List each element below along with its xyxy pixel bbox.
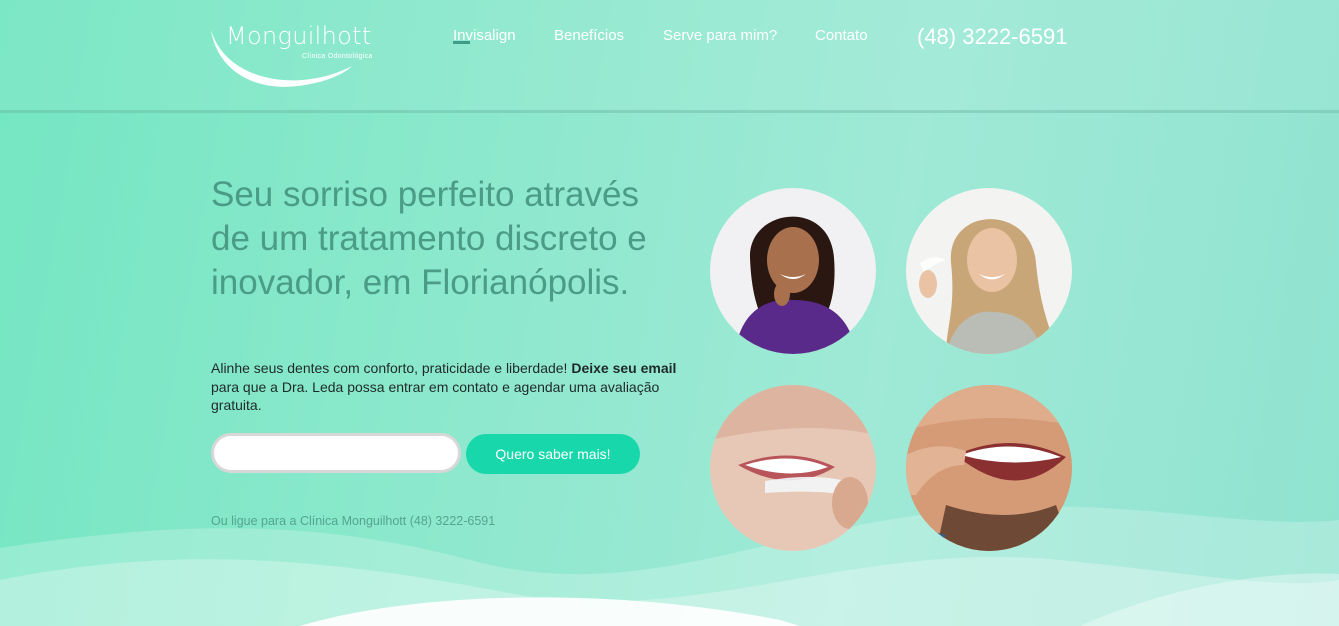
site-header: Monguilhott Clínica Odontológica Invisal… [0,0,1339,113]
hero-intro: Alinhe seus dentes com conforto, pratici… [211,359,681,415]
hero-headline: Seu sorriso perfeito através de um trata… [211,175,647,302]
man-inserting-aligner-photo [906,385,1072,551]
quero-saber-mais-button[interactable]: Quero saber mais! [466,434,640,474]
intro-bold-text: Deixe seu email [571,360,677,376]
intro-text-part-1: Alinhe seus dentes com conforto, pratici… [211,360,572,376]
intro-text-part-2: para que a Dra. Leda possa entrar em con… [211,378,660,414]
call-clinic-text: Ou ligue para a Clínica Monguilhott (48)… [211,514,496,528]
nav-item-serve-para-mim[interactable]: Serve para mim? [663,27,777,44]
brand-name: Monguilhott [226,22,372,50]
nav-item-beneficios[interactable]: Benefícios [554,27,624,44]
woman-blonde-aligner-photo [906,188,1072,354]
woman-curly-hair-aligner-photo [710,188,876,354]
nav-item-invisalign[interactable]: Invisalign [453,27,516,44]
email-input[interactable] [211,433,461,473]
header-phone[interactable]: (48) 3222-6591 [917,24,1067,50]
brand-subtitle: Clínica Odontológica [302,53,373,60]
decorative-waves [0,506,1339,626]
brand-logo[interactable]: Monguilhott Clínica Odontológica [208,20,383,92]
nav-item-contato[interactable]: Contato [815,27,868,44]
smile-aligner-closeup-photo [710,385,876,551]
